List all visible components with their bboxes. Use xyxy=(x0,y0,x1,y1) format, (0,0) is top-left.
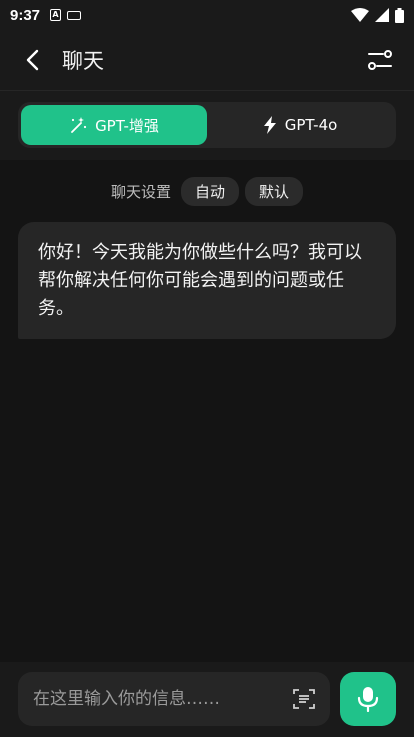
assistant-message-bubble: 你好！今天我能为你做些什么吗？我可以帮你解决任何你可能会遇到的问题或任务。 xyxy=(18,222,396,339)
app-bar: 聊天 xyxy=(0,30,414,90)
message-input-container xyxy=(18,672,330,726)
composer-bar xyxy=(0,662,414,737)
model-selector-bar: GPT-增强 GPT-4o xyxy=(0,90,414,160)
wifi-icon xyxy=(351,8,369,22)
default-chip[interactable]: 默认 xyxy=(245,176,304,206)
model-segmented-control: GPT-增强 GPT-4o xyxy=(18,102,396,148)
scan-text-icon[interactable] xyxy=(292,687,316,711)
tab-label: GPT-4o xyxy=(284,116,338,134)
microphone-icon xyxy=(357,687,379,712)
tab-gpt-4o[interactable]: GPT-4o xyxy=(207,105,393,145)
tab-label: GPT-增强 xyxy=(95,116,159,135)
tab-gpt-enhanced[interactable]: GPT-增强 xyxy=(21,105,207,145)
battery-icon xyxy=(395,7,404,23)
status-system-icons xyxy=(351,7,404,23)
status-notification-icons: A xyxy=(50,9,82,21)
chat-settings-row: 聊天设置 自动 默认 xyxy=(0,176,414,206)
message-input[interactable] xyxy=(33,689,273,709)
chevron-left-icon xyxy=(26,49,39,71)
voice-input-button[interactable] xyxy=(340,672,396,726)
keyboard-icon xyxy=(67,10,82,20)
lightning-icon xyxy=(263,116,276,134)
notification-a-icon: A xyxy=(50,9,62,21)
status-bar: 9:37 A xyxy=(0,0,414,30)
status-time: 9:37 xyxy=(10,6,41,24)
auto-chip[interactable]: 自动 xyxy=(180,176,239,206)
chat-settings-label: 聊天设置 xyxy=(110,182,171,201)
magic-wand-icon xyxy=(71,117,87,133)
sliders-icon xyxy=(368,50,392,70)
back-button[interactable] xyxy=(6,30,58,90)
signal-icon xyxy=(375,8,389,22)
chat-options-button[interactable] xyxy=(360,40,400,80)
page-title: 聊天 xyxy=(62,49,104,73)
